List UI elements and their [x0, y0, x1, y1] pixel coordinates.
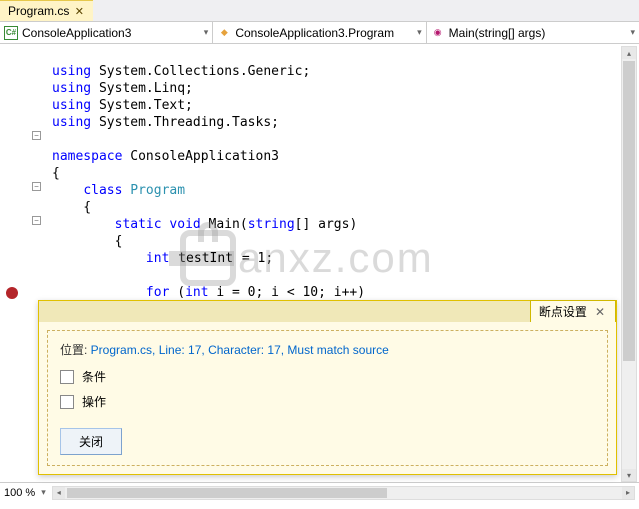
method-dropdown[interactable]: ◉ Main(string[] args) ▾: [427, 22, 639, 43]
location-link[interactable]: Program.cs, Line: 17, Character: 17, Mus…: [87, 343, 388, 357]
close-icon[interactable]: ✕: [593, 305, 607, 319]
breakpoint-icon[interactable]: [6, 287, 18, 299]
condition-label: 条件: [82, 368, 106, 385]
tab-bar: Program.cs ✕: [0, 0, 639, 22]
fold-toggle[interactable]: −: [32, 216, 41, 225]
scope-dropdown[interactable]: C# ConsoleApplication3 ▾: [0, 22, 213, 43]
chevron-down-icon: ▾: [417, 27, 422, 38]
scroll-thumb[interactable]: [67, 488, 387, 498]
chevron-down-icon[interactable]: ▾: [41, 487, 46, 498]
action-label: 操作: [82, 393, 106, 410]
location-label: 位置:: [60, 343, 87, 357]
scroll-up-icon[interactable]: ▴: [622, 47, 636, 59]
action-checkbox[interactable]: [60, 395, 74, 409]
condition-row: 条件: [60, 368, 595, 385]
scope-text: ConsoleApplication3: [22, 26, 131, 40]
close-icon[interactable]: ✕: [73, 5, 85, 17]
csharp-icon: C#: [4, 26, 18, 40]
class-icon: ◆: [217, 26, 231, 40]
zoom-level[interactable]: 100 %: [4, 487, 35, 499]
scroll-right-icon[interactable]: ▸: [622, 487, 634, 499]
popup-header: 断点设置 ✕: [39, 301, 616, 322]
action-row: 操作: [60, 393, 595, 410]
fold-toggle[interactable]: −: [32, 131, 41, 140]
condition-checkbox[interactable]: [60, 370, 74, 384]
breakpoint-gutter[interactable]: [0, 44, 30, 482]
breakpoint-settings-popup: 断点设置 ✕ 位置: Program.cs, Line: 17, Charact…: [38, 300, 617, 475]
scroll-thumb[interactable]: [623, 61, 635, 361]
class-text: ConsoleApplication3.Program: [235, 26, 394, 40]
tab-filename: Program.cs: [8, 4, 69, 18]
status-bar: 100 % ▾ ◂ ▸: [0, 482, 639, 502]
horizontal-scrollbar[interactable]: ◂ ▸: [52, 486, 635, 500]
vertical-scrollbar[interactable]: ▴ ▾: [621, 46, 637, 482]
navigation-bar: C# ConsoleApplication3 ▾ ◆ ConsoleApplic…: [0, 22, 639, 44]
chevron-down-icon: ▾: [204, 27, 209, 38]
class-dropdown[interactable]: ◆ ConsoleApplication3.Program ▾: [213, 22, 426, 43]
file-tab[interactable]: Program.cs ✕: [0, 0, 93, 21]
chevron-down-icon: ▾: [630, 27, 635, 38]
fold-toggle[interactable]: −: [32, 182, 41, 191]
close-button[interactable]: 关闭: [60, 428, 122, 455]
popup-title: 断点设置 ✕: [530, 300, 616, 322]
location-line: 位置: Program.cs, Line: 17, Character: 17,…: [60, 341, 595, 358]
popup-body: 位置: Program.cs, Line: 17, Character: 17,…: [47, 330, 608, 466]
scroll-left-icon[interactable]: ◂: [53, 487, 65, 499]
scroll-down-icon[interactable]: ▾: [622, 469, 636, 481]
method-icon: ◉: [431, 26, 445, 40]
method-text: Main(string[] args): [449, 26, 546, 40]
